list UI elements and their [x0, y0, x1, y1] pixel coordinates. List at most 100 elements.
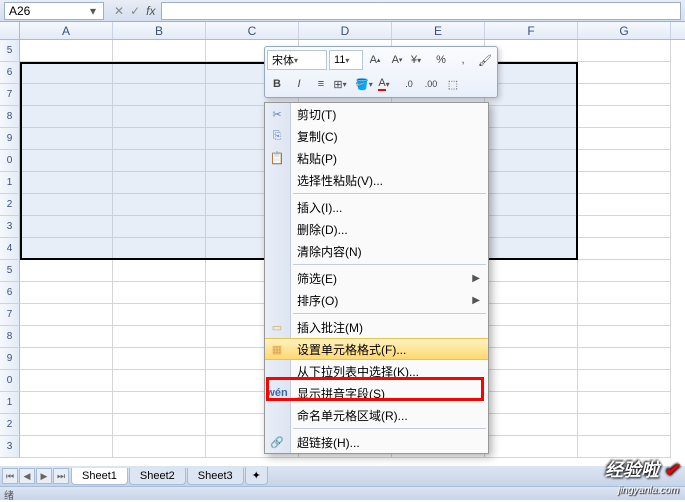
cell[interactable] — [20, 150, 113, 172]
menu-insert[interactable]: 插入(I)... — [265, 196, 488, 218]
cell[interactable] — [578, 106, 671, 128]
cell[interactable] — [578, 414, 671, 436]
row-header[interactable]: 4 — [0, 238, 20, 260]
row-header[interactable]: 7 — [0, 84, 20, 106]
column-header[interactable]: A — [20, 22, 113, 39]
cell[interactable] — [113, 194, 206, 216]
cell[interactable] — [113, 172, 206, 194]
row-header[interactable]: 0 — [0, 150, 20, 172]
cell[interactable] — [578, 436, 671, 458]
increase-decimal-button[interactable]: .00 — [421, 74, 441, 94]
tab-nav-last-icon[interactable]: ⏭ — [53, 468, 69, 484]
grow-font-button[interactable]: A▴ — [365, 50, 385, 70]
cell[interactable] — [485, 304, 578, 326]
new-sheet-icon[interactable]: ✦ — [245, 467, 268, 485]
name-box-dropdown-icon[interactable]: ▾ — [87, 4, 99, 18]
cell[interactable] — [113, 326, 206, 348]
tab-nav-first-icon[interactable]: ⏮ — [2, 468, 18, 484]
sheet-tab[interactable]: Sheet3 — [187, 468, 244, 485]
row-header[interactable]: 8 — [0, 106, 20, 128]
cell[interactable] — [20, 326, 113, 348]
shrink-font-button[interactable]: A▾ — [387, 50, 407, 70]
cell[interactable] — [20, 282, 113, 304]
menu-cut[interactable]: 剪切(T) — [265, 103, 488, 125]
decrease-decimal-button[interactable]: .0 — [399, 74, 419, 94]
column-header[interactable]: C — [206, 22, 299, 39]
cell[interactable] — [113, 62, 206, 84]
menu-phonetic[interactable]: wén显示拼音字段(S) — [265, 382, 488, 404]
cell[interactable] — [485, 414, 578, 436]
cell[interactable] — [578, 326, 671, 348]
row-header[interactable]: 7 — [0, 304, 20, 326]
cell[interactable] — [20, 194, 113, 216]
row-header[interactable]: 2 — [0, 194, 20, 216]
column-header[interactable]: F — [485, 22, 578, 39]
tab-nav-prev-icon[interactable]: ◀ — [19, 468, 35, 484]
cell[interactable] — [485, 62, 578, 84]
cell[interactable] — [113, 260, 206, 282]
comma-button[interactable]: , — [453, 50, 473, 70]
cell[interactable] — [20, 62, 113, 84]
cell[interactable] — [578, 40, 671, 62]
cell[interactable] — [578, 260, 671, 282]
cell[interactable] — [20, 370, 113, 392]
cell[interactable] — [578, 238, 671, 260]
bold-button[interactable]: B — [267, 74, 287, 94]
row-header[interactable]: 8 — [0, 326, 20, 348]
cell[interactable] — [113, 216, 206, 238]
cancel-icon[interactable]: ✕ — [114, 4, 124, 18]
align-center-icon[interactable]: ≡ — [311, 74, 331, 94]
column-header[interactable]: G — [578, 22, 671, 39]
cell[interactable] — [113, 348, 206, 370]
cell[interactable] — [485, 370, 578, 392]
cell[interactable] — [485, 84, 578, 106]
cell[interactable] — [20, 348, 113, 370]
menu-insert-comment[interactable]: 插入批注(M) — [265, 316, 488, 338]
menu-paste-special[interactable]: 选择性粘贴(V)... — [265, 169, 488, 191]
cell[interactable] — [113, 282, 206, 304]
cell[interactable] — [485, 194, 578, 216]
name-box[interactable]: A26 ▾ — [4, 2, 104, 20]
cell[interactable] — [578, 172, 671, 194]
cell[interactable] — [113, 392, 206, 414]
menu-hyperlink[interactable]: 🔗超链接(H)... — [265, 431, 488, 453]
cell[interactable] — [113, 106, 206, 128]
cell[interactable] — [20, 128, 113, 150]
font-size-select[interactable]: 11▾ — [329, 50, 363, 70]
row-header[interactable]: 6 — [0, 282, 20, 304]
cell[interactable] — [20, 172, 113, 194]
row-header[interactable]: 5 — [0, 260, 20, 282]
borders-icon[interactable]: ⊞▾ — [333, 74, 353, 94]
cell[interactable] — [485, 128, 578, 150]
cell[interactable] — [485, 326, 578, 348]
select-all-corner[interactable] — [0, 22, 20, 39]
row-header[interactable]: 9 — [0, 128, 20, 150]
percent-button[interactable]: % — [431, 50, 451, 70]
cell[interactable] — [20, 436, 113, 458]
cell[interactable] — [113, 304, 206, 326]
cell[interactable] — [113, 40, 206, 62]
cell[interactable] — [578, 62, 671, 84]
cell[interactable] — [578, 282, 671, 304]
cell[interactable] — [113, 128, 206, 150]
cell[interactable] — [113, 370, 206, 392]
fill-color-icon[interactable]: 🪣▾ — [355, 74, 375, 94]
cell[interactable] — [20, 414, 113, 436]
cell[interactable] — [20, 106, 113, 128]
cell[interactable] — [113, 150, 206, 172]
menu-name-range[interactable]: 命名单元格区域(R)... — [265, 404, 488, 426]
cell[interactable] — [20, 216, 113, 238]
menu-copy[interactable]: 复制(C) — [265, 125, 488, 147]
cell[interactable] — [113, 414, 206, 436]
cell[interactable] — [578, 392, 671, 414]
cell[interactable] — [485, 348, 578, 370]
cell[interactable] — [113, 238, 206, 260]
font-name-select[interactable]: 宋体▾ — [267, 50, 327, 70]
row-header[interactable]: 3 — [0, 436, 20, 458]
row-header[interactable]: 0 — [0, 370, 20, 392]
menu-format-cells[interactable]: 设置单元格格式(F)... — [265, 338, 488, 360]
cell[interactable] — [485, 216, 578, 238]
cell[interactable] — [485, 260, 578, 282]
row-header[interactable]: 1 — [0, 172, 20, 194]
cell[interactable] — [20, 84, 113, 106]
